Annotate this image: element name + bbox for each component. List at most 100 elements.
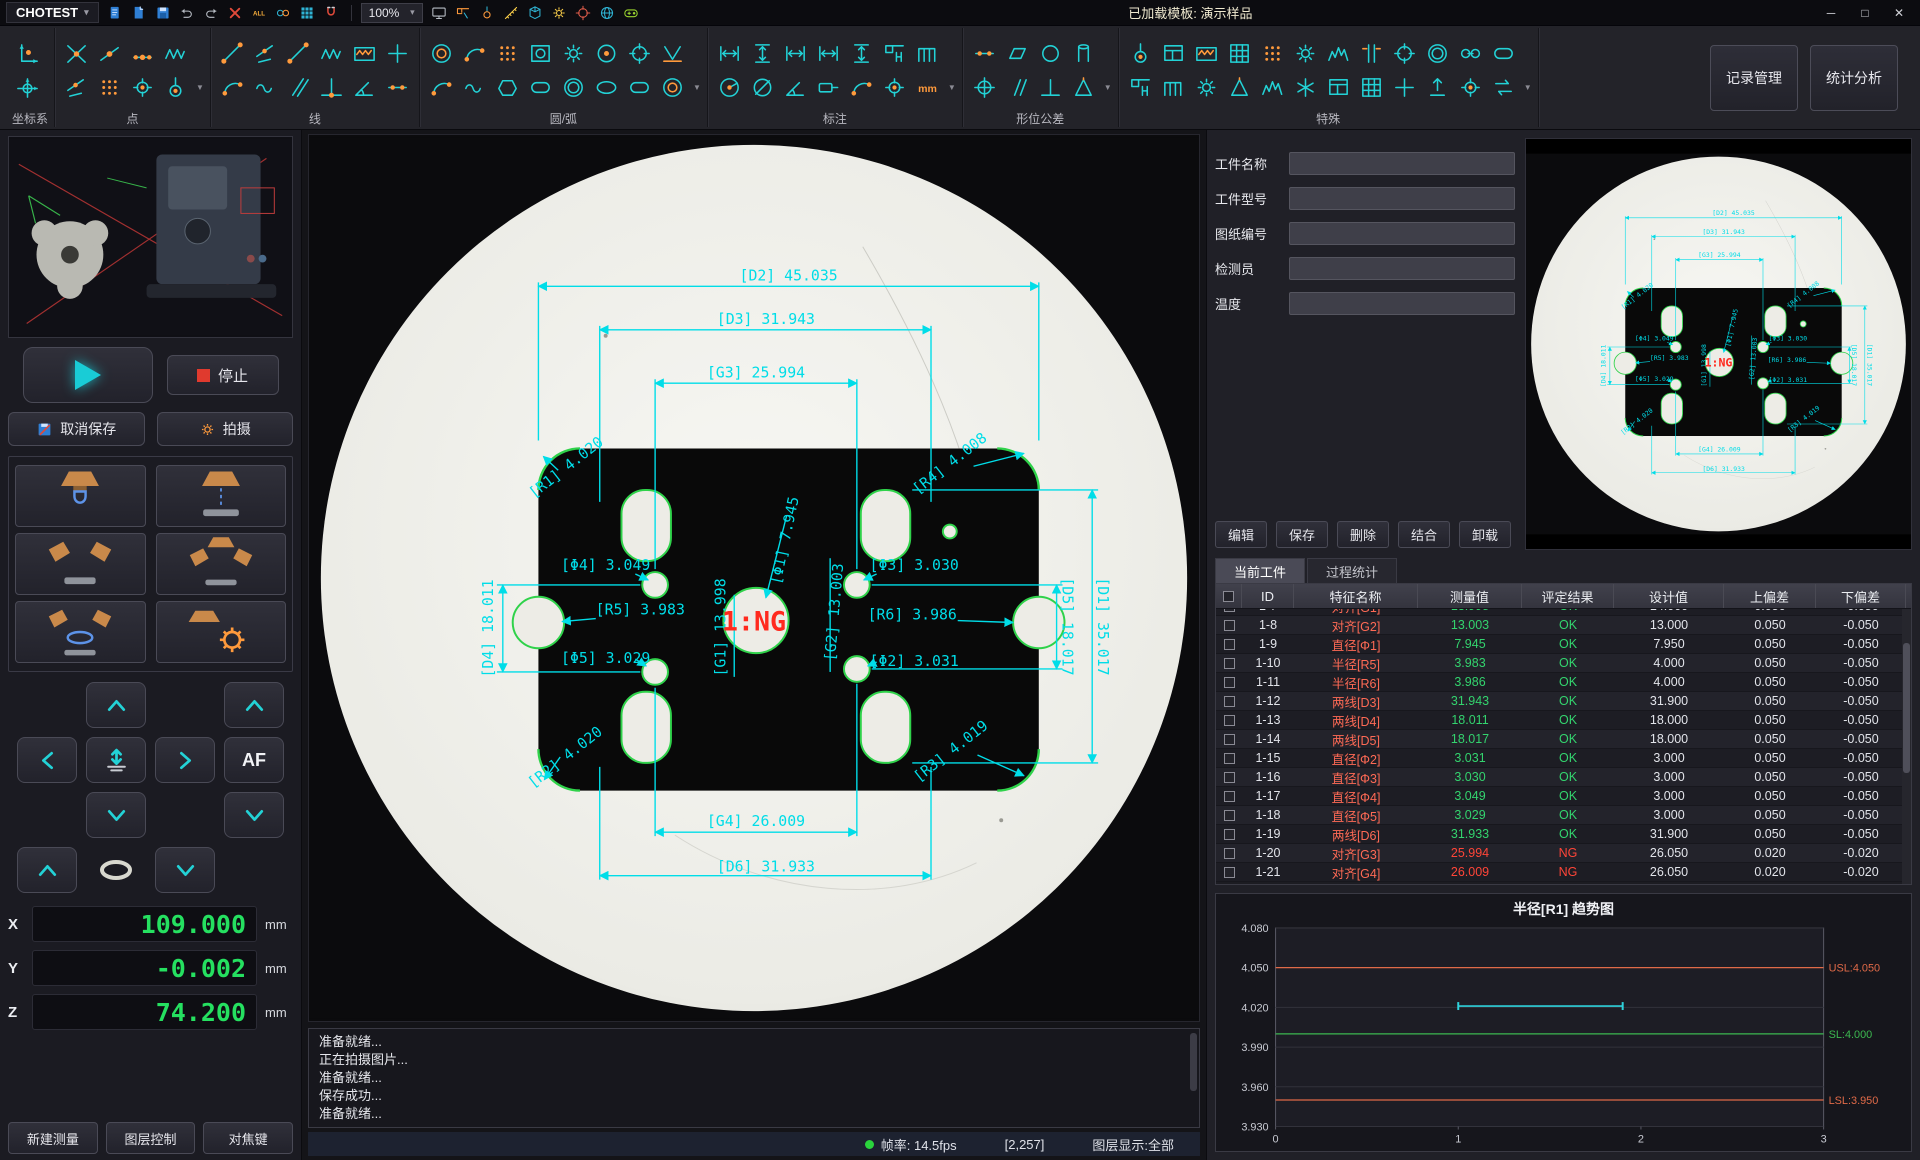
special-grid-icon[interactable] bbox=[1356, 72, 1387, 103]
special-locate-icon[interactable] bbox=[1455, 72, 1486, 103]
group-more-caret[interactable]: ▼ bbox=[1104, 83, 1112, 92]
table-row[interactable]: 1-15直径[Φ2]3.031OK3.0000.050-0.050 bbox=[1216, 749, 1911, 768]
table-row[interactable]: 1-18直径[Φ5]3.029OK3.0000.050-0.050 bbox=[1216, 806, 1911, 825]
capture-button[interactable]: 拍摄 bbox=[157, 412, 294, 446]
line-midline-icon[interactable] bbox=[283, 72, 314, 103]
side-lights-button[interactable] bbox=[15, 533, 146, 595]
table-row[interactable]: 1-19两线[D6]31.933OK31.9000.050-0.050 bbox=[1216, 825, 1911, 844]
tol-perpendicularity-icon[interactable] bbox=[1035, 72, 1066, 103]
special-gear-icon[interactable] bbox=[1290, 38, 1321, 69]
row-checkbox[interactable] bbox=[1224, 609, 1235, 612]
coaxial-light-button[interactable] bbox=[156, 465, 287, 527]
row-checkbox[interactable] bbox=[1224, 696, 1235, 707]
table-row[interactable]: 1-8对齐[G2]13.003OK13.0000.050-0.050 bbox=[1216, 616, 1911, 635]
row-checkbox[interactable] bbox=[1224, 734, 1235, 745]
row-checkbox[interactable] bbox=[1224, 639, 1235, 650]
ribbon-action-记录管理[interactable]: 记录管理 bbox=[1710, 45, 1798, 111]
stop-button[interactable]: 停止 bbox=[167, 355, 279, 395]
column-header-特征名称[interactable]: 特征名称 bbox=[1294, 584, 1418, 608]
circle-boxed-icon[interactable] bbox=[525, 38, 556, 69]
circle-probe-icon[interactable] bbox=[624, 38, 655, 69]
special-matrix-icon[interactable] bbox=[1257, 38, 1288, 69]
point-intersection-icon[interactable] bbox=[61, 38, 92, 69]
undo-icon[interactable] bbox=[177, 2, 198, 23]
column-header-上偏差[interactable]: 上偏差 bbox=[1724, 584, 1816, 608]
arc-basic-icon[interactable] bbox=[426, 72, 457, 103]
multi-angle-lights-button[interactable] bbox=[156, 533, 287, 595]
focus-down-button[interactable] bbox=[155, 847, 215, 893]
row-checkbox[interactable] bbox=[1224, 791, 1235, 802]
layer-display-mode[interactable]: 图层显示:全部 bbox=[1092, 1135, 1174, 1154]
select-all-icon[interactable]: ALL bbox=[249, 2, 270, 23]
dim-step-icon[interactable] bbox=[879, 38, 910, 69]
tol-flatness-icon[interactable] bbox=[1002, 38, 1033, 69]
line-profile-icon[interactable] bbox=[316, 38, 347, 69]
special-scan-area-icon[interactable] bbox=[1224, 38, 1255, 69]
table-row[interactable]: 1-11半径[R6]3.986OK4.0000.050-0.050 bbox=[1216, 673, 1911, 692]
column-header-设计值[interactable]: 设计值 bbox=[1614, 584, 1724, 608]
row-checkbox[interactable] bbox=[1224, 715, 1235, 726]
special-ring-icon[interactable] bbox=[1422, 38, 1453, 69]
table-row[interactable]: 1-7对齐[G1]13.998OK14.0000.050-0.050 bbox=[1216, 609, 1911, 616]
arc-ellipse-icon[interactable] bbox=[591, 72, 622, 103]
table-row[interactable]: 1-16直径[Φ3]3.030OK3.0000.050-0.050 bbox=[1216, 768, 1911, 787]
arc-ring-icon[interactable] bbox=[657, 72, 688, 103]
line-single-icon[interactable] bbox=[283, 38, 314, 69]
point-focus-icon[interactable] bbox=[160, 72, 191, 103]
tol-runout-icon[interactable] bbox=[1068, 72, 1099, 103]
special-box-icon[interactable] bbox=[1158, 38, 1189, 69]
record-action-结合[interactable]: 结合 bbox=[1398, 521, 1450, 548]
line-segment-icon[interactable] bbox=[382, 72, 413, 103]
light-settings-button[interactable] bbox=[156, 601, 287, 663]
row-checkbox[interactable] bbox=[1224, 658, 1235, 669]
log-scrollbar[interactable] bbox=[1190, 1033, 1197, 1091]
cancel-save-button[interactable]: 取消保存 bbox=[8, 412, 145, 446]
link-elements-icon[interactable] bbox=[273, 2, 294, 23]
stage-up-button[interactable] bbox=[86, 682, 146, 728]
arc-notch-icon[interactable] bbox=[525, 72, 556, 103]
table-row[interactable]: 1-12两线[D3]31.943OK31.9000.050-0.050 bbox=[1216, 692, 1911, 711]
dim-distance-icon[interactable] bbox=[813, 38, 844, 69]
minimize-button[interactable]: ─ bbox=[1816, 3, 1846, 23]
select-all-checkbox[interactable] bbox=[1223, 591, 1234, 602]
dim-vertical-icon[interactable] bbox=[747, 38, 778, 69]
line-angled-icon[interactable] bbox=[250, 38, 281, 69]
special-swap-icon[interactable] bbox=[1488, 72, 1519, 103]
display-screen-icon[interactable] bbox=[429, 2, 450, 23]
special-compare-icon[interactable] bbox=[1356, 38, 1387, 69]
record-action-编辑[interactable]: 编辑 bbox=[1215, 521, 1267, 548]
point-midpoint-icon[interactable] bbox=[127, 38, 158, 69]
app-menu[interactable]: CHOTEST ▾ bbox=[6, 2, 99, 23]
row-checkbox[interactable] bbox=[1224, 810, 1235, 821]
column-header-测量值[interactable]: 测量值 bbox=[1418, 584, 1522, 608]
stage-left-button[interactable] bbox=[17, 737, 77, 783]
tol-cylindricity-icon[interactable] bbox=[1068, 38, 1099, 69]
dim-radius-icon[interactable] bbox=[714, 72, 745, 103]
line-scan-icon[interactable] bbox=[349, 38, 380, 69]
left-bottom-button-图层控制[interactable]: 图层控制 bbox=[106, 1122, 196, 1154]
special-comb-icon[interactable] bbox=[1158, 72, 1189, 103]
special-cross-icon[interactable] bbox=[1389, 72, 1420, 103]
arc-double-icon[interactable] bbox=[558, 72, 589, 103]
tol-straightness-icon[interactable] bbox=[969, 38, 1000, 69]
special-caliper-icon[interactable] bbox=[1125, 72, 1156, 103]
arc-polygon-icon[interactable] bbox=[492, 72, 523, 103]
group-more-caret[interactable]: ▼ bbox=[1524, 83, 1532, 92]
camera-view[interactable]: [D2] 45.035[D3] 31.943[G3] 25.994[R1] 4.… bbox=[308, 134, 1200, 1022]
form-input-工件名称[interactable] bbox=[1289, 152, 1515, 175]
redo-icon[interactable] bbox=[201, 2, 222, 23]
line-cross-icon[interactable] bbox=[382, 38, 413, 69]
line-two-points-icon[interactable] bbox=[217, 38, 248, 69]
caliper-tool-icon[interactable] bbox=[453, 2, 474, 23]
bottom-light-button[interactable] bbox=[15, 465, 146, 527]
circle-basic-icon[interactable] bbox=[426, 38, 457, 69]
special-star-icon[interactable] bbox=[1290, 72, 1321, 103]
message-log[interactable]: 准备就绪...正在拍摄图片...准备就绪...保存成功...准备就绪... bbox=[308, 1028, 1200, 1128]
circle-single-icon[interactable] bbox=[591, 38, 622, 69]
group-more-caret[interactable]: ▼ bbox=[693, 83, 701, 92]
record-action-删除[interactable]: 删除 bbox=[1337, 521, 1389, 548]
line-angle-icon[interactable] bbox=[349, 72, 380, 103]
run-button[interactable] bbox=[23, 347, 153, 403]
column-header-ID[interactable]: ID bbox=[1242, 584, 1294, 608]
group-more-caret[interactable]: ▼ bbox=[196, 83, 204, 92]
